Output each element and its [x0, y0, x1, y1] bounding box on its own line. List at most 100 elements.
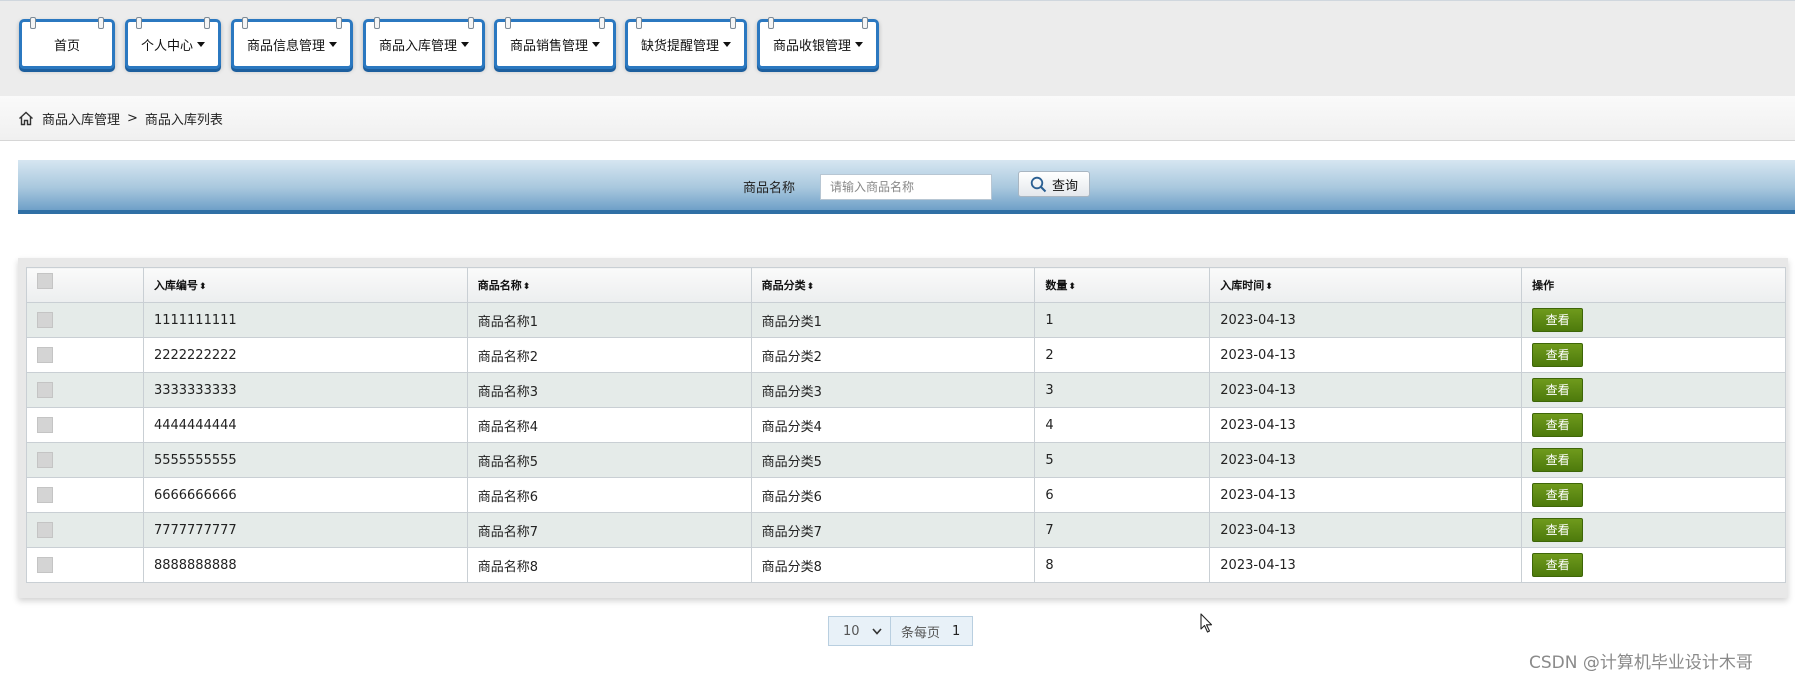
caret-down-icon [723, 41, 731, 47]
row-checkbox[interactable] [37, 347, 53, 363]
row-checkbox[interactable] [37, 487, 53, 503]
binder-ring-icon [242, 17, 248, 29]
binder-ring-icon [468, 17, 474, 29]
row-checkbox[interactable] [37, 452, 53, 468]
current-page[interactable]: 1 [950, 617, 972, 645]
cell-stock-id: 7777777777 [142, 512, 468, 548]
view-button[interactable]: 查看 [1532, 308, 1584, 332]
cell-stock-id: 5555555555 [142, 442, 468, 478]
cell-product-category: 商品分类3 [750, 372, 1036, 408]
table-row: 2222222222 商品名称2 商品分类2 2 2023-04-13 查看 [26, 337, 1786, 373]
row-checkbox[interactable] [37, 312, 53, 328]
header-product-category[interactable]: 商品分类⬍ [750, 267, 1036, 303]
view-button[interactable]: 查看 [1532, 483, 1584, 507]
search-input[interactable] [820, 174, 992, 200]
table-row: 6666666666 商品名称6 商品分类6 6 2023-04-13 查看 [26, 477, 1786, 513]
row-checkbox[interactable] [37, 417, 53, 433]
table-row: 5555555555 商品名称5 商品分类5 5 2023-04-13 查看 [26, 442, 1786, 478]
cell-product-category: 商品分类5 [750, 442, 1036, 478]
binder-ring-icon [862, 17, 868, 29]
header-select-all[interactable] [26, 267, 144, 303]
row-select-cell [26, 512, 144, 548]
cell-product-name: 商品名称1 [466, 302, 752, 338]
cell-actions: 查看 [1521, 372, 1786, 408]
cell-product-category: 商品分类8 [750, 547, 1036, 583]
row-select-cell [26, 442, 144, 478]
row-select-cell [26, 547, 144, 583]
breadcrumb: 商品入库管理 > 商品入库列表 [0, 96, 1795, 141]
cell-quantity: 2 [1034, 337, 1211, 373]
table-row: 3333333333 商品名称3 商品分类3 3 2023-04-13 查看 [26, 372, 1786, 408]
stock-in-table: 入库编号⬍ 商品名称⬍ 商品分类⬍ 数量⬍ 入库时间⬍ 操作 111111111… [26, 267, 1786, 583]
sort-icon[interactable]: ⬍ [199, 282, 207, 292]
cell-quantity: 7 [1034, 512, 1211, 548]
binder-ring-icon [636, 17, 642, 29]
cell-actions: 查看 [1521, 407, 1786, 443]
watermark: CSDN @计算机毕业设计木哥 [1529, 653, 1753, 673]
cell-quantity: 5 [1034, 442, 1211, 478]
binder-ring-icon [98, 17, 104, 29]
cell-quantity: 6 [1034, 477, 1211, 513]
cell-quantity: 8 [1034, 547, 1211, 583]
nav-tab-sales[interactable]: 商品销售管理 [494, 17, 616, 69]
cell-stock-time: 2023-04-13 [1209, 407, 1523, 443]
mouse-cursor-icon [1200, 613, 1213, 633]
cell-product-category: 商品分类6 [750, 477, 1036, 513]
cell-stock-id: 1111111111 [142, 302, 468, 338]
chevron-down-icon [872, 627, 882, 635]
view-button[interactable]: 查看 [1532, 553, 1584, 577]
view-button[interactable]: 查看 [1532, 518, 1584, 542]
nav-tab-checkout[interactable]: 商品收银管理 [757, 17, 879, 69]
header-quantity[interactable]: 数量⬍ [1034, 267, 1211, 303]
table-row: 4444444444 商品名称4 商品分类4 4 2023-04-13 查看 [26, 407, 1786, 443]
cell-product-name: 商品名称5 [466, 442, 752, 478]
binder-ring-icon [30, 17, 36, 29]
view-button[interactable]: 查看 [1532, 413, 1584, 437]
header-stock-id[interactable]: 入库编号⬍ [142, 267, 468, 303]
header-product-name[interactable]: 商品名称⬍ [466, 267, 752, 303]
page-size-select[interactable]: 10 [829, 617, 891, 645]
row-checkbox[interactable] [37, 557, 53, 573]
cell-product-category: 商品分类4 [750, 407, 1036, 443]
row-checkbox[interactable] [37, 522, 53, 538]
row-select-cell [26, 337, 144, 373]
nav-tab-personal-center[interactable]: 个人中心 [125, 17, 221, 69]
cell-stock-id: 6666666666 [142, 477, 468, 513]
nav-tab-product-info[interactable]: 商品信息管理 [231, 17, 353, 69]
home-icon[interactable] [18, 111, 34, 126]
nav-tab-home[interactable]: 首页 [19, 17, 115, 69]
nav-tab-stock-in[interactable]: 商品入库管理 [363, 17, 485, 69]
search-bar: 商品名称 查询 [18, 160, 1795, 214]
search-button[interactable]: 查询 [1018, 171, 1090, 197]
cell-stock-time: 2023-04-13 [1209, 547, 1523, 583]
per-page-label: 条每页 [901, 625, 941, 641]
view-button[interactable]: 查看 [1532, 448, 1584, 472]
sort-icon[interactable]: ⬍ [1068, 282, 1076, 292]
sort-icon[interactable]: ⬍ [807, 282, 815, 292]
nav-tab-label: 缺货提醒管理 [640, 38, 719, 54]
row-select-cell [26, 372, 144, 408]
cell-stock-time: 2023-04-13 [1209, 302, 1523, 338]
cell-product-name: 商品名称3 [466, 372, 752, 408]
cell-actions: 查看 [1521, 477, 1786, 513]
cell-product-category: 商品分类1 [750, 302, 1036, 338]
breadcrumb-item[interactable]: 商品入库管理 [42, 109, 120, 128]
cell-stock-time: 2023-04-13 [1209, 372, 1523, 408]
search-label: 商品名称 [743, 181, 796, 196]
nav-tab-label: 商品收银管理 [772, 38, 851, 54]
sort-icon[interactable]: ⬍ [1265, 282, 1273, 292]
row-checkbox[interactable] [37, 382, 53, 398]
table-header-row: 入库编号⬍ 商品名称⬍ 商品分类⬍ 数量⬍ 入库时间⬍ 操作 [26, 267, 1786, 303]
sort-icon[interactable]: ⬍ [523, 282, 531, 292]
cell-stock-id: 3333333333 [142, 372, 468, 408]
header-stock-time[interactable]: 入库时间⬍ [1209, 267, 1523, 303]
view-button[interactable]: 查看 [1532, 378, 1584, 402]
binder-ring-icon [505, 17, 511, 29]
nav-tab-shortage-alert[interactable]: 缺货提醒管理 [625, 17, 747, 69]
table-row: 7777777777 商品名称7 商品分类7 7 2023-04-13 查看 [26, 512, 1786, 548]
select-all-checkbox[interactable] [37, 272, 53, 289]
table-row: 1111111111 商品名称1 商品分类1 1 2023-04-13 查看 [26, 302, 1786, 338]
nav-tab-label: 首页 [53, 38, 80, 54]
table-panel: 入库编号⬍ 商品名称⬍ 商品分类⬍ 数量⬍ 入库时间⬍ 操作 111111111… [18, 258, 1788, 598]
view-button[interactable]: 查看 [1532, 343, 1584, 367]
